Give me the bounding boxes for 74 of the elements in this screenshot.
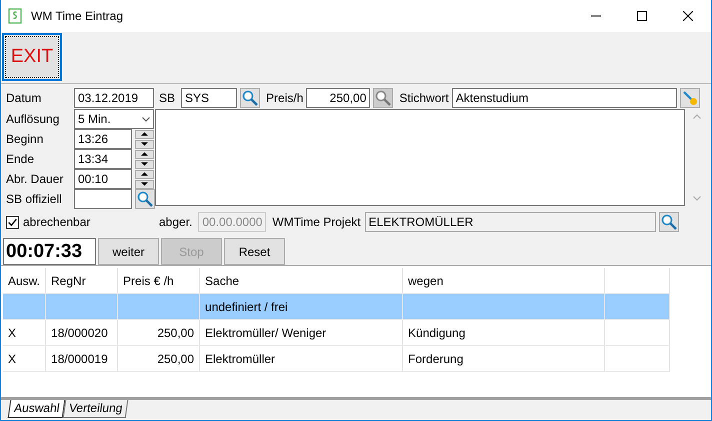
search-button[interactable] xyxy=(135,189,155,209)
search-icon xyxy=(137,191,153,207)
search-button[interactable] xyxy=(373,88,394,108)
field-label: SB offiziell xyxy=(6,192,63,206)
field-label: Preis/h xyxy=(266,90,304,104)
sb-field[interactable]: SYS xyxy=(181,88,238,108)
table-row[interactable]: X 18/000019 250,00 Elektromüller Forderung xyxy=(3,346,670,372)
scroll-up-icon xyxy=(693,114,701,119)
exit-button[interactable]: EXIT xyxy=(2,33,62,81)
spin-up-button[interactable] xyxy=(135,170,154,178)
field-label: Auflösung xyxy=(6,112,60,126)
sb-official-field[interactable] xyxy=(74,189,132,209)
time-field[interactable]: 00:10 xyxy=(74,169,132,189)
up-arrow-icon xyxy=(141,132,148,136)
table-cell: X xyxy=(3,320,46,346)
table-cell: Elektromüller xyxy=(200,346,403,372)
checkbox-label: abrechenbar xyxy=(23,215,90,229)
down-arrow-icon xyxy=(141,142,148,146)
table-cell: 18/000020 xyxy=(46,320,118,346)
tab[interactable]: Auswahl xyxy=(8,400,66,418)
app-icon xyxy=(8,8,22,24)
table-cell: X xyxy=(3,346,46,372)
up-arrow-icon xyxy=(141,172,148,176)
spin-down-button[interactable] xyxy=(135,180,154,188)
timer-button[interactable]: weiter xyxy=(98,238,159,265)
timer-display: 00:07:33 xyxy=(3,238,96,265)
table-cell: Elektromüller/ Weniger xyxy=(200,320,403,346)
table-cell: 18/000019 xyxy=(46,346,118,372)
field-label: abger. xyxy=(159,215,192,229)
table-cell: Kündigung xyxy=(402,320,605,346)
timer-button[interactable]: Reset xyxy=(224,238,285,265)
table-cell: Forderung xyxy=(402,346,605,372)
field-label: Beginn xyxy=(6,132,44,146)
table-cell: 250,00 xyxy=(118,320,200,346)
price-field[interactable]: 250,00 xyxy=(306,88,370,108)
search-button[interactable] xyxy=(240,88,260,108)
field-label: Datum xyxy=(6,90,42,104)
checkbox[interactable] xyxy=(6,216,19,228)
field-label: Abr. Dauer xyxy=(6,172,64,186)
table-cell: undefiniert / frei xyxy=(200,294,403,320)
date-field[interactable]: 03.12.2019 xyxy=(74,88,154,108)
spin-down-button[interactable] xyxy=(135,140,154,148)
field-label: Ende xyxy=(6,152,36,166)
time-field[interactable]: 13:34 xyxy=(74,149,132,169)
resolution-dropdown[interactable]: 5 Min. xyxy=(74,109,154,129)
down-arrow-icon xyxy=(141,162,148,166)
spin-down-button[interactable] xyxy=(135,160,154,168)
field-label: Stichwort xyxy=(399,90,449,104)
table-cell: 250,00 xyxy=(118,346,200,372)
project-field[interactable]: ELEKTROMÜLLER xyxy=(364,212,656,232)
field-label: SB xyxy=(159,90,176,104)
search-button[interactable] xyxy=(658,212,679,232)
up-arrow-icon xyxy=(141,152,148,156)
key-icon xyxy=(682,90,698,106)
down-arrow-icon xyxy=(141,182,148,186)
key-button[interactable] xyxy=(680,88,700,108)
search-icon xyxy=(660,214,677,230)
time-field[interactable]: 13:26 xyxy=(74,129,132,149)
window-title: WM Time Eintrag xyxy=(31,9,124,23)
search-icon xyxy=(242,90,258,106)
notes-area[interactable] xyxy=(155,109,685,206)
table-row[interactable]: undefiniert / frei xyxy=(3,294,670,320)
keyword-field[interactable]: Aktenstudium xyxy=(452,88,677,108)
search-icon xyxy=(375,90,392,106)
tab[interactable]: Verteilung xyxy=(63,400,129,418)
table-row[interactable]: X 18/000020 250,00 Elektromüller/ Weniger Kündigung xyxy=(3,320,670,346)
close-icon[interactable] xyxy=(683,11,693,21)
spin-up-button[interactable] xyxy=(135,130,154,138)
maximize-icon[interactable] xyxy=(637,11,647,21)
caret-icon xyxy=(142,116,150,122)
field-label: WMTime Projekt xyxy=(272,215,361,229)
spin-up-button[interactable] xyxy=(135,150,154,158)
scroll-down-icon xyxy=(693,196,701,201)
table-cell xyxy=(3,294,46,320)
